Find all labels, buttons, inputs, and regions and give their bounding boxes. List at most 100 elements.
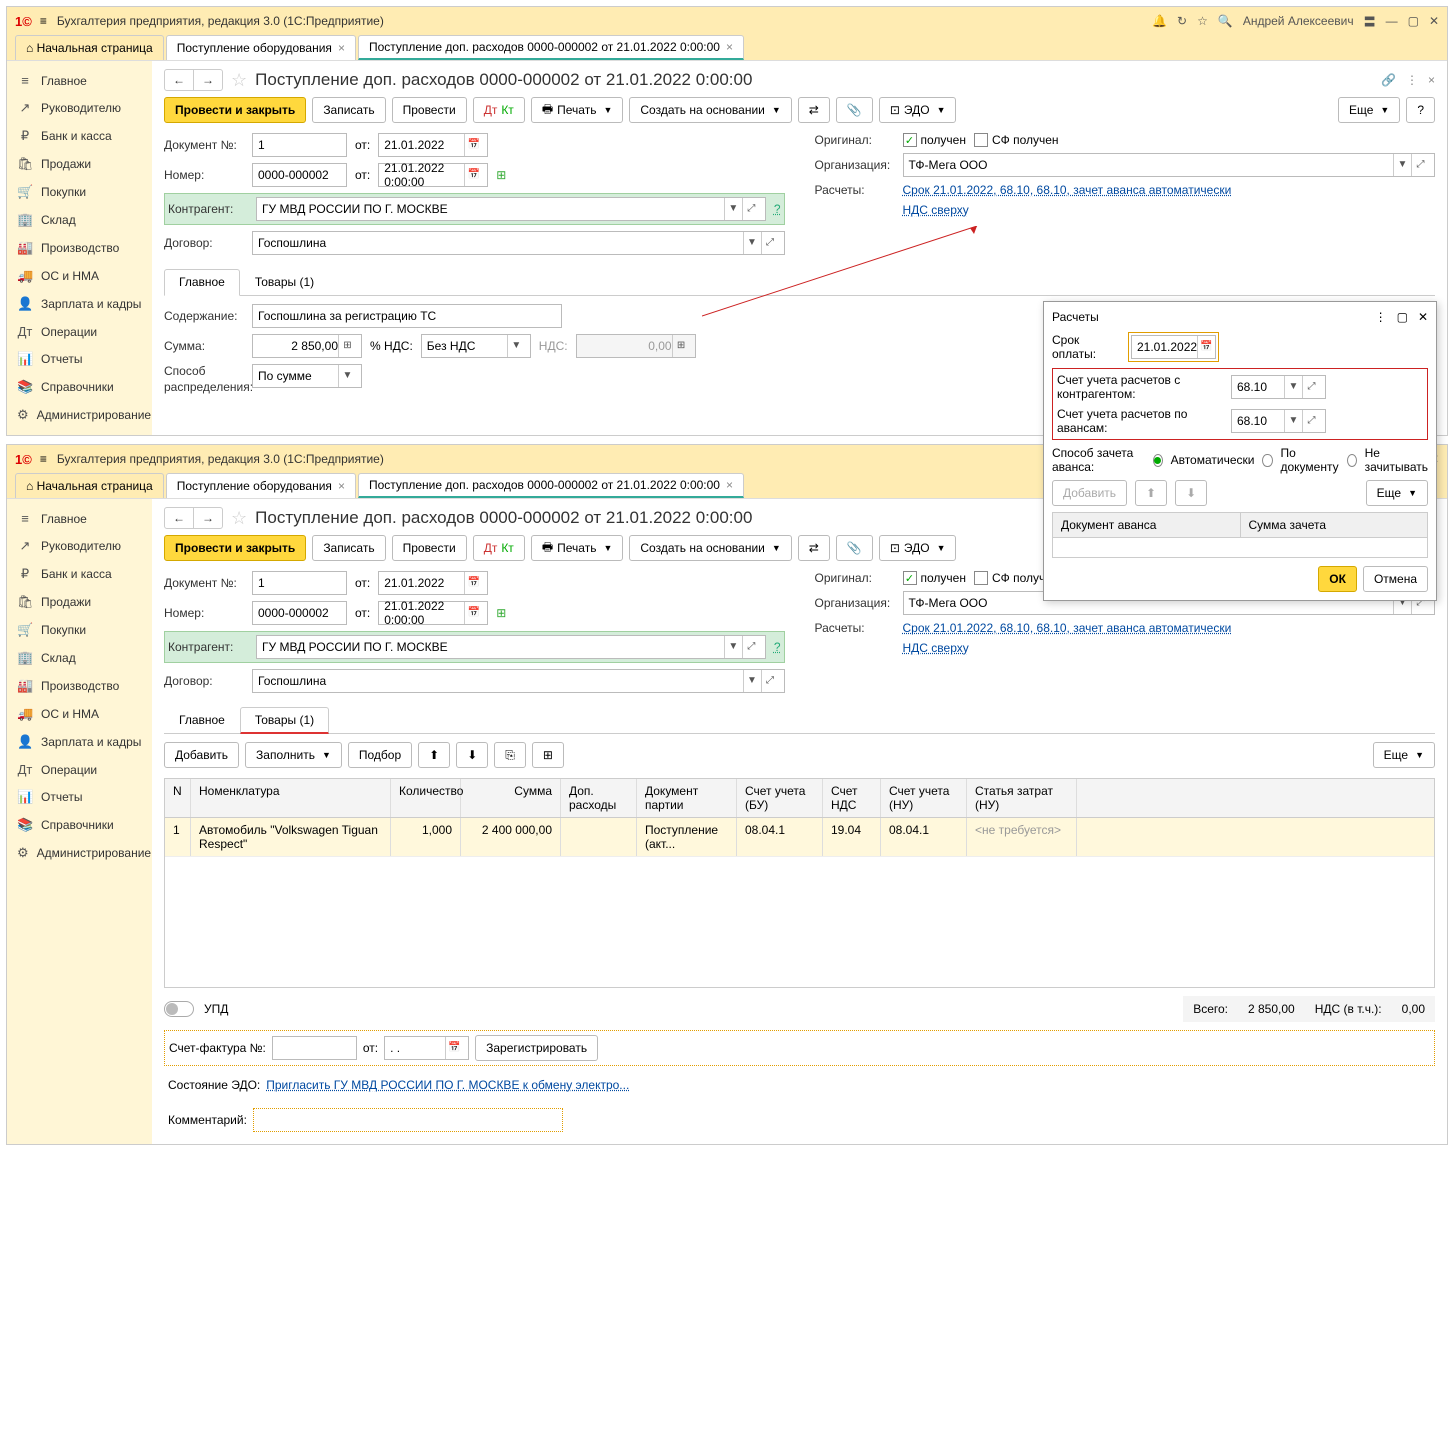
- print-button[interactable]: 🖶 Печать▼: [531, 535, 624, 561]
- calendar-icon[interactable]: 📅: [464, 572, 482, 594]
- user-label[interactable]: Андрей Алексеевич: [1243, 14, 1354, 28]
- related-button[interactable]: ⇄: [798, 97, 830, 123]
- minimize-icon[interactable]: —: [1386, 14, 1398, 28]
- paste-button[interactable]: ⊞: [532, 742, 564, 768]
- dist-input[interactable]: По сумме▼: [252, 364, 362, 388]
- attachment-button[interactable]: 📎: [836, 97, 873, 123]
- forward-icon[interactable]: →: [194, 70, 222, 90]
- post-and-close-button[interactable]: Провести и закрыть: [164, 97, 306, 123]
- tab-close-icon[interactable]: ×: [726, 478, 733, 492]
- radio-bydoc[interactable]: [1262, 454, 1272, 467]
- sidebar-item[interactable]: 📚Справочники: [7, 811, 152, 839]
- related-button[interactable]: ⇄: [798, 535, 830, 561]
- fill-button[interactable]: Заполнить▼: [245, 742, 342, 768]
- sidebar-item[interactable]: ₽Банк и касса: [7, 560, 152, 588]
- sidebar-item[interactable]: ДтОперации: [7, 756, 152, 783]
- sf-received-checkbox[interactable]: [974, 571, 988, 585]
- calendar-icon[interactable]: 📅: [445, 1037, 463, 1059]
- sidebar-item[interactable]: 🛍Продажи: [7, 150, 152, 178]
- tab-equipment[interactable]: Поступление оборудования×: [166, 35, 356, 60]
- tab-additional-expenses[interactable]: Поступление доп. расходов 0000-000002 от…: [358, 473, 744, 498]
- tab-close-icon[interactable]: ×: [338, 41, 345, 55]
- tab-close-icon[interactable]: ×: [726, 40, 733, 54]
- debit-credit-button[interactable]: ДтКт: [473, 97, 525, 123]
- doc-date-input[interactable]: 21.01.2022📅: [378, 133, 488, 157]
- popup-options-icon[interactable]: ⋮: [1375, 310, 1387, 324]
- favorite-icon[interactable]: ☆: [231, 70, 247, 91]
- counterparty-input[interactable]: ГУ МВД РОССИИ ПО Г. МОСКВЕ▼⤢: [256, 197, 766, 221]
- doc-date-input[interactable]: 21.01.2022📅: [378, 571, 488, 595]
- sidebar-item[interactable]: 🏢Склад: [7, 644, 152, 672]
- sidebar-item[interactable]: 🚚ОС и НМА: [7, 700, 152, 728]
- sidebar-item[interactable]: ⚙Администрирование: [7, 401, 152, 429]
- create-based-on-button[interactable]: Создать на основании▼: [629, 535, 791, 561]
- status-green-icon[interactable]: ⊞: [496, 168, 506, 182]
- tab-goods[interactable]: Товары (1): [240, 269, 329, 295]
- calc-icon[interactable]: ⊞: [338, 335, 356, 357]
- tab-additional-expenses[interactable]: Поступление доп. расходов 0000-000002 от…: [358, 35, 744, 60]
- sidebar-item[interactable]: 🚚ОС и НМА: [7, 262, 152, 290]
- contract-input[interactable]: Госпошлина▼⤢: [252, 231, 785, 255]
- sidebar-item[interactable]: 🛍Продажи: [7, 588, 152, 616]
- more-button[interactable]: Еще▼: [1373, 742, 1435, 768]
- tab-close-icon[interactable]: ×: [338, 479, 345, 493]
- row-up-button[interactable]: ⬆: [418, 742, 450, 768]
- comment-input[interactable]: [253, 1108, 563, 1132]
- cancel-button[interactable]: Отмена: [1363, 566, 1428, 592]
- add-button[interactable]: Добавить: [164, 742, 239, 768]
- nds-link[interactable]: НДС сверху: [903, 641, 969, 655]
- sidebar-item[interactable]: ⚙Администрирование: [7, 839, 152, 867]
- sidebar-item[interactable]: ≡Главное: [7, 505, 152, 532]
- edo-invite-link[interactable]: Пригласить ГУ МВД РОССИИ ПО Г. МОСКВЕ к …: [266, 1078, 629, 1092]
- calendar-icon[interactable]: 📅: [464, 602, 482, 624]
- sidebar-item[interactable]: 👤Зарплата и кадры: [7, 290, 152, 318]
- sidebar-item[interactable]: 📊Отчеты: [7, 345, 152, 373]
- radio-none[interactable]: [1347, 454, 1357, 467]
- sidebar-item[interactable]: ↗Руководителю: [7, 94, 152, 122]
- tab-home[interactable]: ⌂ Начальная страница: [15, 473, 164, 498]
- acc-adv-input[interactable]: 68.10▼⤢: [1231, 409, 1326, 433]
- save-button[interactable]: Записать: [312, 535, 385, 561]
- number-datetime-input[interactable]: 21.01.2022 0:00:00📅: [378, 601, 488, 625]
- sidebar-item[interactable]: ≡Главное: [7, 67, 152, 94]
- doc-no-input[interactable]: [252, 133, 347, 157]
- pick-button[interactable]: Подбор: [348, 742, 412, 768]
- menu-icon[interactable]: 〓: [1364, 13, 1376, 30]
- link-icon[interactable]: 🔗: [1381, 73, 1396, 87]
- tab-main[interactable]: Главное: [164, 269, 240, 296]
- search-icon[interactable]: 🔍: [1218, 14, 1233, 28]
- counterparty-help-icon[interactable]: ?: [774, 640, 781, 654]
- calc-link[interactable]: Срок 21.01.2022, 68.10, 68.10, зачет ава…: [903, 621, 1232, 635]
- sidebar-item[interactable]: ₽Банк и касса: [7, 122, 152, 150]
- sf-date-input[interactable]: . .📅: [384, 1036, 469, 1060]
- nds-link[interactable]: НДС сверху: [903, 203, 969, 217]
- back-icon[interactable]: ←: [165, 70, 194, 90]
- edo-button[interactable]: ⊡ ЭДО▼: [879, 535, 957, 561]
- maximize-icon[interactable]: ▢: [1408, 14, 1419, 28]
- number-input[interactable]: [252, 601, 347, 625]
- status-green-icon[interactable]: ⊞: [496, 606, 506, 620]
- content-input[interactable]: [252, 304, 562, 328]
- post-button[interactable]: Провести: [392, 97, 467, 123]
- sf-received-checkbox[interactable]: [974, 133, 988, 147]
- tab-goods[interactable]: Товары (1): [240, 707, 329, 734]
- sidebar-item[interactable]: 📊Отчеты: [7, 783, 152, 811]
- table-row[interactable]: 1 Автомобиль "Volkswagen Tiguan Respect"…: [165, 818, 1434, 857]
- tab-main[interactable]: Главное: [164, 707, 240, 733]
- calc-link[interactable]: Срок 21.01.2022, 68.10, 68.10, зачет ава…: [903, 183, 1232, 197]
- calendar-icon[interactable]: 📅: [1197, 336, 1215, 358]
- pct-nds-input[interactable]: Без НДС▼: [421, 334, 531, 358]
- tab-equipment[interactable]: Поступление оборудования×: [166, 473, 356, 498]
- options-icon[interactable]: ⋮: [1406, 73, 1418, 87]
- sidebar-item[interactable]: 👤Зарплата и кадры: [7, 728, 152, 756]
- edo-button[interactable]: ⊡ ЭДО▼: [879, 97, 957, 123]
- bell-icon[interactable]: 🔔: [1152, 14, 1167, 28]
- forward-icon[interactable]: →: [194, 508, 222, 528]
- counterparty-input[interactable]: ГУ МВД РОССИИ ПО Г. МОСКВЕ▼⤢: [256, 635, 766, 659]
- burger-icon[interactable]: ≡: [40, 452, 47, 466]
- history-icon[interactable]: ↻: [1177, 14, 1187, 28]
- number-input[interactable]: [252, 163, 347, 187]
- post-button[interactable]: Провести: [392, 535, 467, 561]
- sum-input[interactable]: 2 850,00⊞: [252, 334, 362, 358]
- row-down-button[interactable]: ⬇: [456, 742, 488, 768]
